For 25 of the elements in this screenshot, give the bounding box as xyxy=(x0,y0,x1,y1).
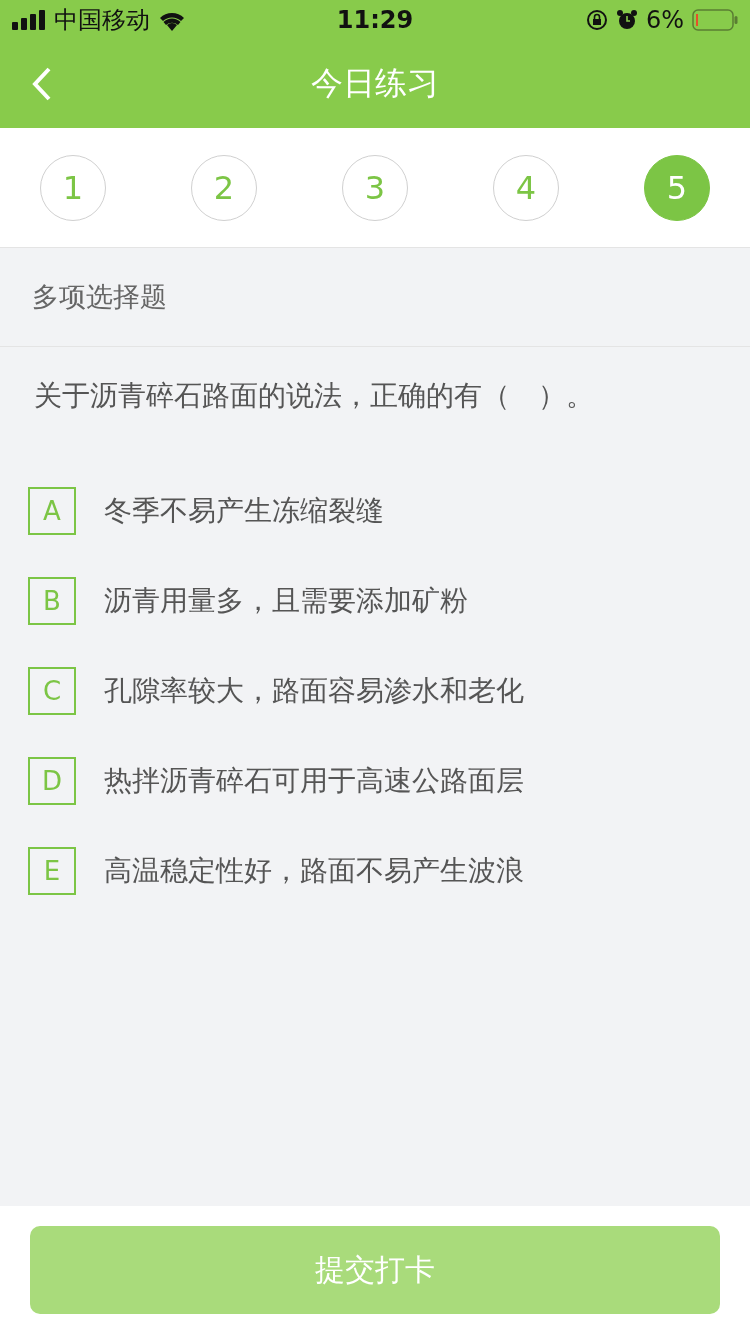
option-checkbox[interactable]: D xyxy=(28,757,76,805)
option-checkbox[interactable]: B xyxy=(28,577,76,625)
option-text[interactable]: 冬季不易产生冻缩裂缝 xyxy=(104,492,384,530)
alarm-icon xyxy=(615,9,638,31)
question-number-tab[interactable]: 4 xyxy=(493,154,559,221)
battery-icon xyxy=(692,9,738,31)
option-text[interactable]: 热拌沥青碎石可用于高速公路面层 xyxy=(104,762,524,800)
status-time: 11:29 xyxy=(336,6,414,34)
rotation-lock-icon xyxy=(585,9,608,31)
signal-icon xyxy=(12,10,46,30)
question-text: 关于沥青碎石路面的说法，正确的有（ ）。 xyxy=(34,379,594,412)
carrier-name: 中国移动 xyxy=(54,5,150,36)
question-number-tab[interactable]: 1 xyxy=(40,154,106,221)
question-number-tab[interactable]: 5 xyxy=(644,154,710,221)
option-checkbox[interactable]: E xyxy=(28,847,76,895)
question-type: 多项选择题 xyxy=(32,280,167,314)
question-number-tab[interactable]: 3 xyxy=(342,154,408,221)
option-text[interactable]: 孔隙率较大，路面容易渗水和老化 xyxy=(104,672,524,710)
battery-percent: 6% xyxy=(645,6,684,34)
option-text[interactable]: 高温稳定性好，路面不易产生波浪 xyxy=(104,852,524,890)
option-checkbox[interactable]: C xyxy=(28,667,76,715)
option-text[interactable]: 沥青用量多，且需要添加矿粉 xyxy=(104,582,468,620)
option-checkbox[interactable]: A xyxy=(28,487,76,535)
page-title: 今日练习 xyxy=(311,63,439,104)
question-number-tab[interactable]: 2 xyxy=(191,154,257,221)
